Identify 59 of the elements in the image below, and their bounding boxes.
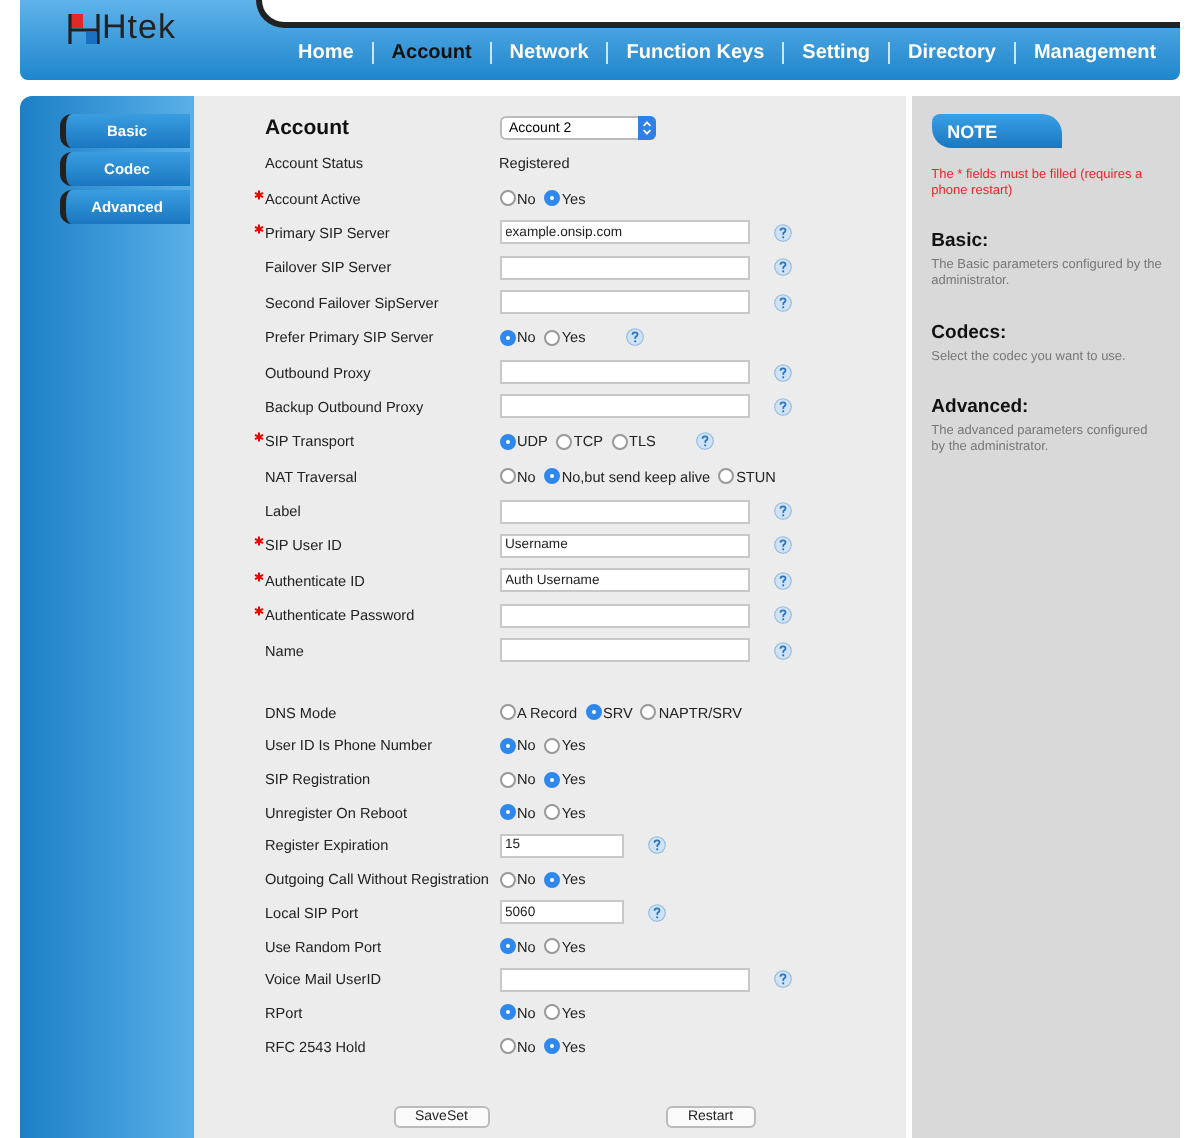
input-field[interactable] bbox=[499, 499, 749, 524]
logo-icon bbox=[68, 11, 100, 45]
radio-button[interactable] bbox=[611, 433, 628, 450]
help-icon[interactable] bbox=[773, 363, 791, 382]
note-title: NOTE bbox=[931, 114, 1062, 148]
radio-button[interactable] bbox=[499, 329, 515, 346]
help-icon[interactable] bbox=[647, 836, 665, 855]
radio-button[interactable] bbox=[499, 468, 515, 485]
radio-button[interactable] bbox=[543, 737, 560, 754]
help-icon[interactable] bbox=[773, 970, 791, 989]
radio-button[interactable] bbox=[499, 938, 515, 955]
radio-button[interactable] bbox=[499, 704, 515, 721]
radio-button[interactable] bbox=[499, 804, 515, 821]
logo-text: Htek bbox=[102, 8, 176, 48]
radio-button[interactable] bbox=[543, 329, 560, 346]
radio-button[interactable] bbox=[499, 433, 515, 450]
help-icon[interactable] bbox=[773, 258, 791, 277]
help-icon[interactable] bbox=[773, 571, 791, 590]
radio-button[interactable] bbox=[543, 771, 560, 788]
input-field[interactable] bbox=[499, 360, 749, 385]
radio-button[interactable] bbox=[640, 704, 657, 721]
help-icon[interactable] bbox=[773, 502, 791, 521]
radio-button[interactable] bbox=[499, 190, 515, 207]
updown-icon bbox=[641, 120, 651, 136]
radio-button[interactable] bbox=[543, 871, 560, 888]
radio-button[interactable] bbox=[555, 433, 572, 450]
radio-button[interactable] bbox=[499, 737, 515, 754]
help-icon[interactable] bbox=[773, 397, 791, 416]
note-heading: Codecs: bbox=[931, 321, 1009, 343]
radio-button[interactable] bbox=[499, 771, 515, 788]
radio-button[interactable] bbox=[499, 1038, 515, 1055]
input-field[interactable] bbox=[499, 638, 749, 663]
help-icon[interactable] bbox=[773, 641, 791, 660]
input-field[interactable] bbox=[499, 603, 749, 628]
nav-tab[interactable]: Account bbox=[371, 42, 490, 64]
input-field[interactable] bbox=[499, 290, 749, 315]
input-field[interactable] bbox=[499, 255, 749, 280]
form-title: Account bbox=[265, 116, 351, 140]
help-icon[interactable] bbox=[647, 903, 665, 922]
help-icon[interactable] bbox=[625, 328, 644, 347]
radio-button[interactable] bbox=[499, 1004, 515, 1021]
radio-button[interactable] bbox=[543, 1004, 560, 1021]
note-heading: Advanced: bbox=[931, 395, 1031, 418]
radio-button[interactable] bbox=[543, 190, 560, 207]
radio-button[interactable] bbox=[718, 468, 735, 485]
help-icon[interactable] bbox=[773, 223, 791, 242]
help-icon[interactable] bbox=[773, 293, 791, 312]
help-icon[interactable] bbox=[695, 432, 714, 451]
radio-button[interactable] bbox=[543, 468, 560, 485]
radio-button[interactable] bbox=[499, 871, 515, 888]
help-icon[interactable] bbox=[773, 536, 791, 555]
radio-button[interactable] bbox=[585, 704, 602, 721]
input-field[interactable] bbox=[499, 967, 749, 992]
radio-button[interactable] bbox=[543, 1038, 560, 1055]
radio-button[interactable] bbox=[543, 938, 560, 955]
note-heading: Basic: bbox=[931, 230, 991, 253]
help-icon[interactable] bbox=[773, 606, 791, 625]
radio-button[interactable] bbox=[543, 804, 560, 821]
input-field[interactable] bbox=[499, 394, 749, 419]
